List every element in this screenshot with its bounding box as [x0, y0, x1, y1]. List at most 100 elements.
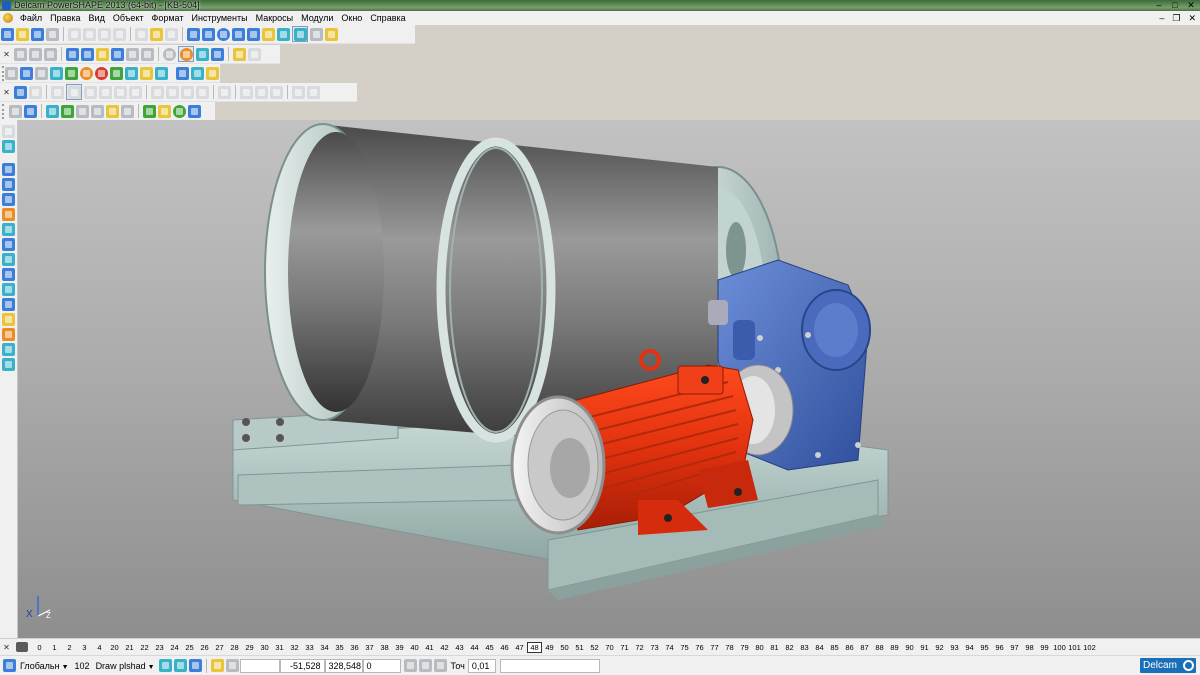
zoom-out-icon[interactable] [81, 47, 94, 61]
mesh-icon[interactable] [310, 27, 323, 41]
wire-icon[interactable] [196, 47, 209, 61]
zoom-box-icon[interactable] [141, 47, 154, 61]
solid-chamfer-toggle[interactable] [66, 84, 82, 100]
solid-history-icon[interactable] [292, 85, 305, 99]
level-48[interactable]: 48 [527, 641, 542, 653]
print-icon[interactable] [46, 27, 59, 41]
report-icon[interactable] [155, 66, 168, 80]
level-4[interactable]: 4 [92, 643, 107, 652]
menu-modules[interactable]: Модули [297, 11, 337, 25]
solid-extrude-icon[interactable] [14, 85, 27, 99]
wireframe-icon[interactable] [247, 27, 260, 41]
level-38[interactable]: 38 [377, 643, 392, 652]
component-icon[interactable] [24, 104, 37, 118]
surface-icon[interactable] [262, 27, 275, 41]
select-arrow-icon[interactable] [2, 125, 15, 138]
library-icon[interactable] [158, 104, 171, 118]
level-21[interactable]: 21 [122, 643, 137, 652]
solid-hole-icon[interactable] [196, 85, 209, 99]
level-0[interactable]: 0 [32, 643, 47, 652]
menu-object[interactable]: Объект [109, 11, 148, 25]
level-22[interactable]: 22 [137, 643, 152, 652]
document-icon[interactable] [3, 13, 13, 23]
level-2[interactable]: 2 [62, 643, 77, 652]
undo-icon[interactable] [135, 27, 148, 41]
level-86[interactable]: 86 [842, 643, 857, 652]
level-92[interactable]: 92 [932, 643, 947, 652]
import-icon[interactable] [188, 104, 201, 118]
close-icon[interactable]: ✕ [1186, 0, 1196, 10]
arc-icon[interactable] [202, 27, 215, 41]
level-88[interactable]: 88 [872, 643, 887, 652]
analysis-icon[interactable] [95, 66, 108, 80]
layer-icon[interactable] [5, 66, 18, 80]
level-select[interactable]: Draw plshad ▼ [93, 659, 158, 673]
grid-icon[interactable] [225, 659, 239, 672]
circle-icon[interactable] [217, 27, 230, 41]
zoom-fit-icon[interactable] [96, 47, 109, 61]
level-50[interactable]: 50 [557, 643, 572, 652]
solid-pattern-icon[interactable] [166, 85, 179, 99]
tolerance-value[interactable]: 0,01 [467, 658, 496, 673]
level-1[interactable]: 1 [47, 643, 62, 652]
wireframe-status-icon[interactable] [188, 659, 202, 672]
menu-file[interactable]: Файл [16, 11, 46, 25]
mdi-restore-icon[interactable]: ❐ [1172, 11, 1180, 25]
level-77[interactable]: 77 [707, 643, 722, 652]
command-input[interactable] [499, 658, 600, 673]
level-79[interactable]: 79 [737, 643, 752, 652]
assembly-icon[interactable] [9, 104, 22, 118]
toolbar-grip[interactable] [2, 103, 8, 119]
new-icon[interactable] [1, 27, 14, 41]
solid-split-icon[interactable] [129, 85, 142, 99]
level-49[interactable]: 49 [542, 643, 557, 652]
lightning-icon[interactable] [325, 27, 338, 41]
toolbar-grip[interactable] [2, 65, 4, 81]
level-85[interactable]: 85 [827, 643, 842, 652]
calculator-icon[interactable] [403, 659, 417, 672]
export-icon[interactable] [173, 104, 186, 118]
cut-icon[interactable] [68, 27, 81, 41]
level-93[interactable]: 93 [947, 643, 962, 652]
transparency-icon[interactable] [65, 66, 78, 80]
level-bar-close-icon[interactable]: ✕ [2, 643, 11, 652]
analysis-tool-icon[interactable] [2, 343, 15, 356]
menu-view[interactable]: Вид [85, 11, 109, 25]
level-36[interactable]: 36 [347, 643, 362, 652]
level-101[interactable]: 101 [1067, 643, 1082, 652]
level-76[interactable]: 76 [692, 643, 707, 652]
menu-format[interactable]: Формат [148, 11, 188, 25]
macro-icon[interactable] [176, 66, 189, 80]
menu-window[interactable]: Окно [337, 11, 366, 25]
shade-toggle[interactable] [178, 46, 194, 62]
graphics-viewport[interactable]: X Z [18, 120, 1200, 638]
level-89[interactable]: 89 [887, 643, 902, 652]
level-20[interactable]: 20 [107, 643, 122, 652]
texture-icon[interactable] [50, 66, 63, 80]
level-52[interactable]: 52 [587, 643, 602, 652]
level-46[interactable]: 46 [497, 643, 512, 652]
mdi-minimize-icon[interactable]: – [1159, 11, 1164, 25]
level-100[interactable]: 100 [1052, 643, 1067, 652]
level-74[interactable]: 74 [662, 643, 677, 652]
level-96[interactable]: 96 [992, 643, 1007, 652]
arc-tool-icon[interactable] [2, 193, 15, 206]
curve-tool-icon[interactable] [2, 208, 15, 221]
dimension-tool-icon[interactable] [2, 238, 15, 251]
level-41[interactable]: 41 [422, 643, 437, 652]
line-tool-icon[interactable] [2, 178, 15, 191]
render-icon[interactable] [211, 47, 224, 61]
light-bulb-icon[interactable] [233, 47, 246, 61]
solid-mirror-icon[interactable] [151, 85, 164, 99]
solid-fillet-icon[interactable] [51, 85, 64, 99]
workplane-select[interactable]: Глобальн ▼ [17, 659, 72, 673]
mdi-close-icon[interactable]: ✕ [1188, 11, 1196, 25]
solid-cut-icon[interactable] [114, 85, 127, 99]
color-icon[interactable] [80, 66, 93, 80]
level-30[interactable]: 30 [257, 643, 272, 652]
solid-revolve-icon[interactable] [29, 85, 42, 99]
level-81[interactable]: 81 [767, 643, 782, 652]
object-select-icon[interactable] [158, 659, 172, 672]
section-icon[interactable] [110, 66, 123, 80]
level-34[interactable]: 34 [317, 643, 332, 652]
